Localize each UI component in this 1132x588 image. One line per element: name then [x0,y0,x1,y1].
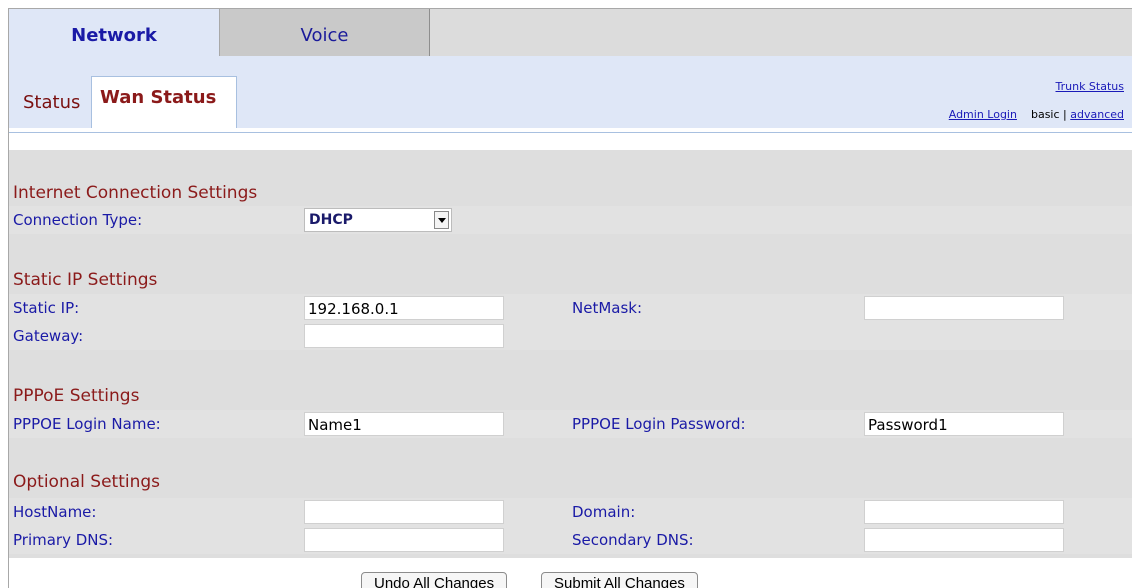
secondary-dns-input[interactable] [864,528,1064,552]
wan-status-form: Internet Connection Settings Connection … [8,128,1132,588]
connection-type-label: Connection Type: [13,211,143,229]
admin-login-link[interactable]: Admin Login [949,108,1017,121]
advanced-mode-link[interactable]: advanced [1070,108,1124,121]
mode-separator: | [1063,108,1067,121]
pppoe-login-name-input[interactable]: Name1 [304,412,504,436]
pppoe-login-password-label: PPPOE Login Password: [572,415,746,433]
optional-section-header: Optional Settings [9,438,1132,498]
primary-dns-label: Primary DNS: [13,531,114,549]
gateway-input[interactable] [304,324,504,348]
static-ip-input[interactable]: 192.168.0.1 [304,296,504,320]
hostname-row: HostName: Domain: [9,498,1132,526]
blank-row [9,132,1132,150]
form-bottom-strip [9,554,1132,558]
gateway-row: Gateway: [9,322,1132,350]
section-title-optional: Optional Settings [13,472,161,492]
secondary-dns-label: Secondary DNS: [572,531,694,549]
chevron-down-icon [434,211,449,229]
section-title-static: Static IP Settings [13,270,158,290]
main-tab-bar: Network Voice [8,8,1132,57]
hostname-label: HostName: [13,503,97,521]
undo-all-changes-button[interactable]: Undo All Changes [361,572,508,588]
connection-type-select[interactable]: DHCP [304,208,452,232]
internet-section-header: Internet Connection Settings [9,150,1132,206]
mode-links: Admin Login basic | advanced [949,108,1124,121]
tab-network[interactable]: Network [9,9,220,57]
primary-dns-input[interactable] [304,528,504,552]
tab-voice[interactable]: Voice [220,9,430,57]
section-title-internet: Internet Connection Settings [13,183,258,203]
dns-row: Primary DNS: Secondary DNS: [9,526,1132,554]
submit-all-changes-button[interactable]: Submit All Changes [541,572,698,588]
static-ip-label: Static IP: [13,299,80,317]
hostname-input[interactable] [304,500,504,524]
subtab-bar: Status Wan Status Trunk Status Admin Log… [8,56,1132,129]
connection-type-value: DHCP [309,212,353,228]
pppoe-login-password-input[interactable]: Password1 [864,412,1064,436]
netmask-label: NetMask: [572,299,643,317]
static-ip-row: Static IP: 192.168.0.1 NetMask: [9,294,1132,322]
connection-type-row: Connection Type: DHCP [9,206,1132,234]
pppoe-login-name-label: PPPOE Login Name: [13,415,161,433]
basic-mode-label: basic [1030,108,1060,121]
subtab-status[interactable]: Status [23,92,80,113]
section-title-pppoe: PPPoE Settings [13,386,140,406]
gateway-label: Gateway: [13,327,84,345]
static-section-header: Static IP Settings [9,234,1132,294]
subtab-wan-status[interactable]: Wan Status [91,76,237,129]
pppoe-section-header: PPPoE Settings [9,350,1132,410]
netmask-input[interactable] [864,296,1064,320]
domain-input[interactable] [864,500,1064,524]
pppoe-login-row: PPPOE Login Name: Name1 PPPOE Login Pass… [9,410,1132,438]
domain-label: Domain: [572,503,636,521]
trunk-status-link[interactable]: Trunk Status [1056,80,1125,93]
